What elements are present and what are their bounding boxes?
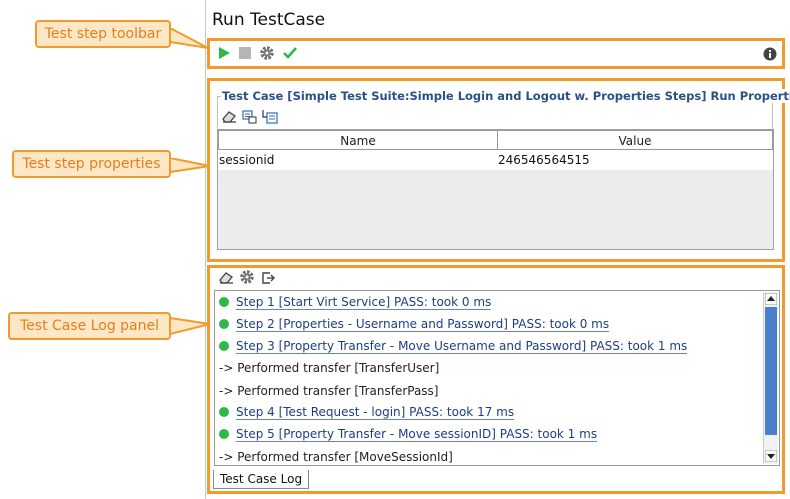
- eraser-icon[interactable]: [219, 271, 234, 284]
- scroll-down-icon[interactable]: [765, 450, 777, 462]
- info-icon[interactable]: [763, 47, 777, 61]
- callout-toolbar-pointer: [170, 28, 209, 49]
- properties-table: Name Value sessionid 246546564515: [217, 129, 774, 250]
- pass-status-icon: [219, 319, 229, 329]
- list-item[interactable]: Step 3 [Property Transfer - Move Usernam…: [219, 337, 688, 355]
- list-item: -> Performed transfer [MoveSessionId]: [219, 450, 453, 464]
- window-title: Run TestCase: [212, 10, 326, 30]
- pass-status-icon: [219, 429, 229, 439]
- play-icon[interactable]: [217, 46, 231, 60]
- add-property-icon[interactable]: [242, 109, 257, 124]
- eraser-icon[interactable]: [222, 110, 237, 123]
- tab-test-case-log[interactable]: Test Case Log: [213, 470, 310, 489]
- column-header-name[interactable]: Name: [218, 130, 498, 150]
- property-value-cell[interactable]: 246546564515: [498, 150, 772, 170]
- log-step-link[interactable]: Step 2 [Properties - Username and Passwo…: [236, 317, 610, 332]
- property-name-cell[interactable]: sessionid: [219, 150, 497, 170]
- table-row[interactable]: sessionid 246546564515: [218, 150, 773, 170]
- list-item[interactable]: Step 1 [Start Virt Service] PASS: took 0…: [219, 293, 492, 311]
- gear-icon[interactable]: [239, 269, 255, 285]
- log-step-link[interactable]: Step 1 [Start Virt Service] PASS: took 0…: [236, 295, 492, 310]
- callout-log-pointer: [170, 316, 211, 336]
- list-item[interactable]: Step 4 [Test Request - login] PASS: took…: [219, 403, 515, 421]
- gear-icon[interactable]: [259, 45, 275, 61]
- pass-status-icon: [219, 297, 229, 307]
- callout-properties: Test step properties: [12, 150, 171, 178]
- callout-properties-pointer: [170, 158, 211, 174]
- callout-toolbar: Test step toolbar: [35, 20, 171, 48]
- pass-status-icon: [219, 407, 229, 417]
- log-step-link[interactable]: Step 4 [Test Request - login] PASS: took…: [236, 405, 515, 420]
- export-icon[interactable]: [261, 270, 276, 285]
- properties-group-title: Test Case [Simple Test Suite:Simple Logi…: [221, 89, 790, 103]
- pass-status-icon: [219, 341, 229, 351]
- vertical-scrollbar[interactable]: [763, 292, 778, 464]
- list-item: -> Performed transfer [TransferPass]: [219, 384, 439, 398]
- list-item: -> Performed transfer [TransferUser]: [219, 361, 440, 375]
- check-icon[interactable]: [282, 46, 298, 60]
- scrollbar-thumb[interactable]: [765, 307, 777, 435]
- scroll-up-icon[interactable]: [765, 293, 777, 305]
- log-step-link[interactable]: Step 5 [Property Transfer - Move session…: [236, 427, 598, 442]
- test-case-log[interactable]: Step 1 [Start Virt Service] PASS: took 0…: [214, 290, 780, 466]
- list-item[interactable]: Step 5 [Property Transfer - Move session…: [219, 425, 598, 443]
- stop-icon[interactable]: [238, 46, 252, 60]
- load-properties-icon[interactable]: [262, 109, 278, 124]
- list-item[interactable]: Step 2 [Properties - Username and Passwo…: [219, 315, 610, 333]
- callout-log: Test Case Log panel: [8, 312, 171, 340]
- log-step-link[interactable]: Step 3 [Property Transfer - Move Usernam…: [236, 339, 688, 354]
- column-header-value[interactable]: Value: [497, 130, 773, 150]
